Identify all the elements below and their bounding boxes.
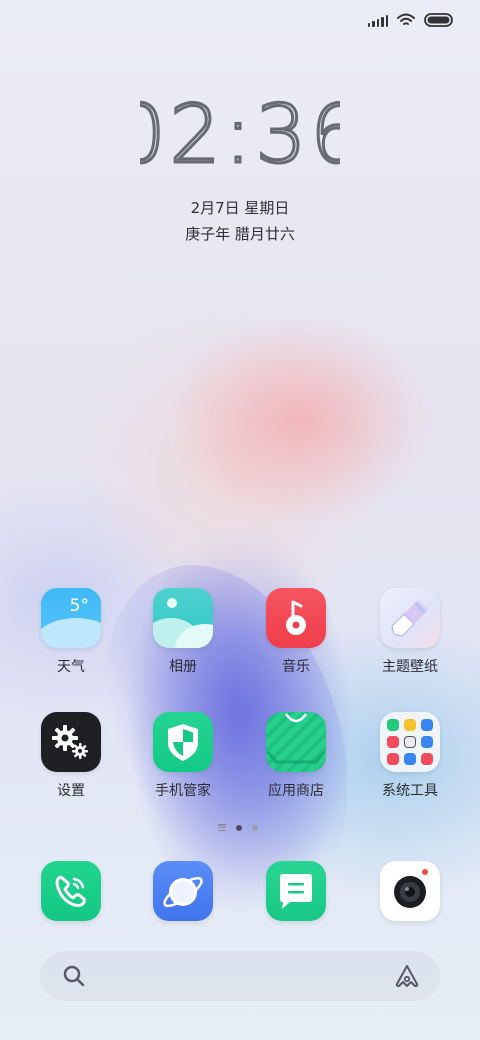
clock-widget[interactable]: 02:36 2月7日 星期日 庚子年 腊月廿六 — [0, 92, 480, 245]
dock-browser[interactable] — [138, 861, 228, 921]
app-store-bag-icon — [266, 712, 326, 772]
app-label: 主题壁纸 — [382, 659, 438, 675]
clock-lunar-date: 庚子年 腊月廿六 — [185, 225, 295, 243]
clock-time-text: 02:36 — [140, 92, 340, 176]
app-store[interactable]: 应用商店 — [251, 712, 341, 800]
search-bar[interactable] — [40, 951, 440, 1001]
theme-brush-icon — [380, 588, 440, 648]
wifi-icon — [397, 13, 415, 27]
app-label: 应用商店 — [268, 783, 324, 799]
signal-icon — [367, 14, 388, 27]
app-security[interactable]: 手机管家 — [138, 712, 228, 800]
weather-temperature: 5° — [69, 596, 89, 616]
browser-icon — [153, 861, 213, 921]
app-label: 设置 — [57, 783, 85, 799]
assistant-icon[interactable] — [394, 964, 420, 992]
page-indicator-menu-icon — [218, 824, 226, 831]
gallery-icon — [153, 588, 213, 648]
app-label: 相册 — [169, 659, 197, 675]
clock-time: 02:36 — [0, 92, 480, 191]
status-bar — [367, 10, 455, 30]
dock-phone[interactable] — [26, 861, 116, 921]
battery-icon — [424, 13, 454, 27]
messages-icon — [266, 861, 326, 921]
app-label: 系统工具 — [382, 783, 438, 799]
search-icon — [62, 964, 86, 992]
phone-icon — [41, 861, 101, 921]
clock-date: 2月7日 星期日 — [190, 199, 290, 217]
folder-icon — [380, 712, 440, 772]
app-settings[interactable]: 设置 — [26, 712, 116, 800]
page-dot-active — [236, 824, 242, 831]
music-icon — [266, 588, 326, 648]
page-dot — [252, 824, 258, 831]
app-music[interactable]: 音乐 — [251, 588, 341, 676]
camera-icon — [380, 861, 440, 921]
app-label: 音乐 — [282, 659, 310, 675]
app-label: 手机管家 — [155, 783, 211, 799]
app-weather[interactable]: 5° 天气 — [26, 588, 116, 676]
app-gallery[interactable]: 相册 — [138, 588, 228, 676]
security-shield-icon — [153, 712, 213, 772]
app-theme[interactable]: 主题壁纸 — [365, 588, 455, 676]
page-indicator[interactable] — [218, 824, 258, 831]
app-folder-system-tools[interactable]: 系统工具 — [365, 712, 455, 800]
weather-icon: 5° — [41, 588, 101, 648]
settings-gear-icon — [41, 712, 101, 772]
dock-messages[interactable] — [251, 861, 341, 921]
dock-camera[interactable] — [365, 861, 455, 921]
app-label: 天气 — [57, 659, 85, 675]
